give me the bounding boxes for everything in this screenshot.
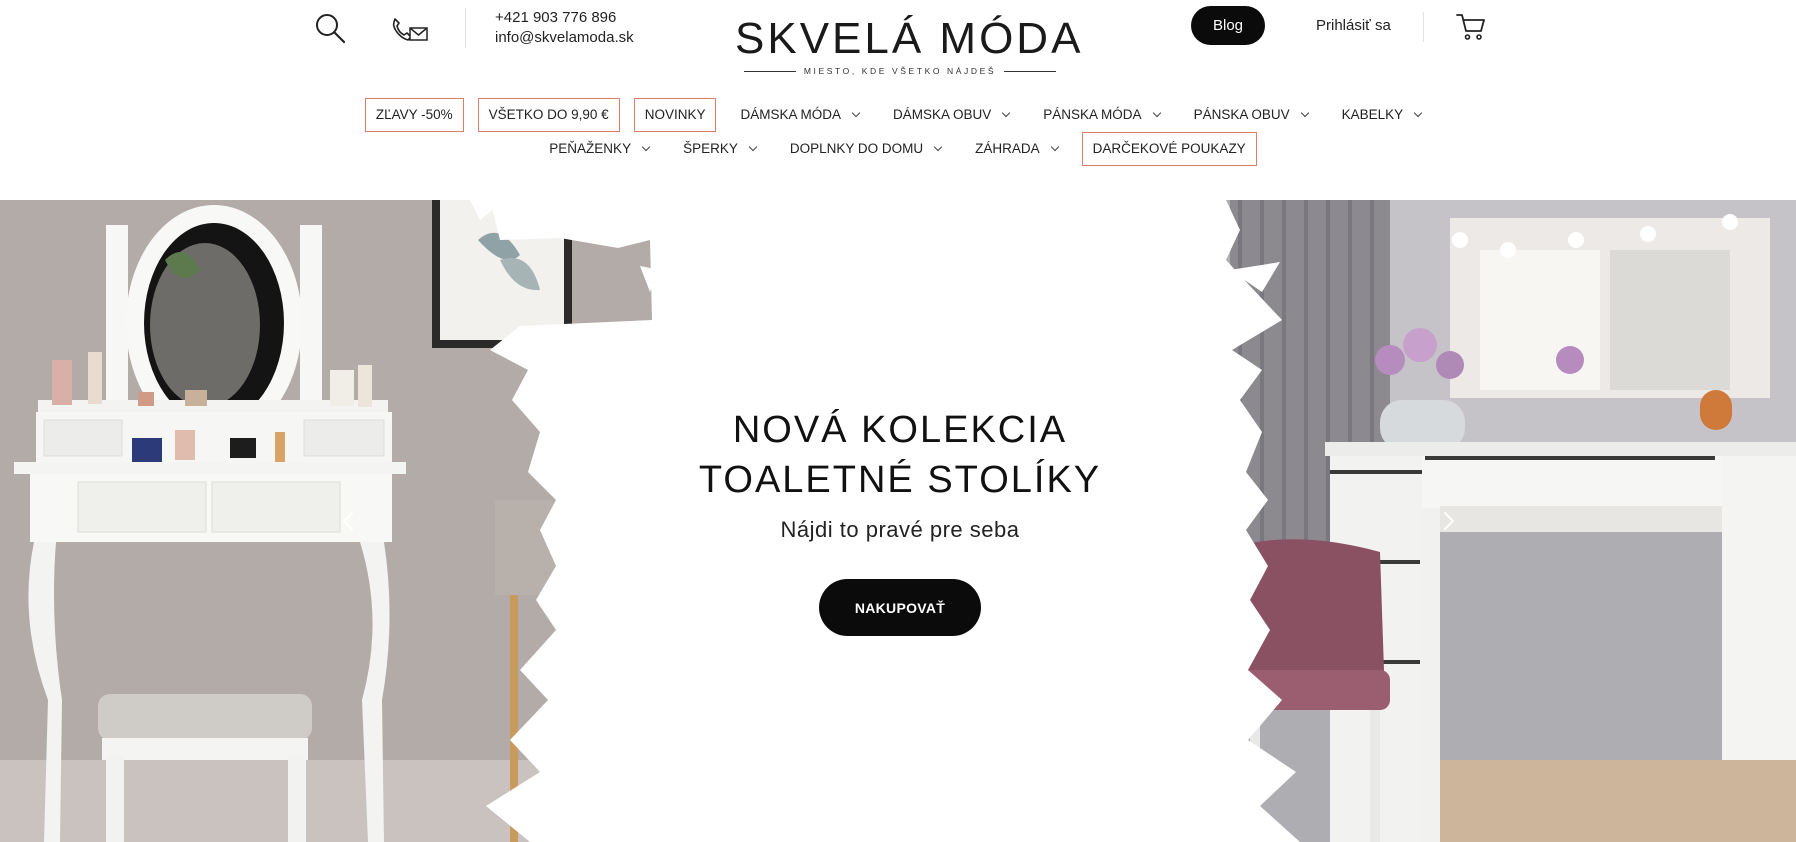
nav-item-kabelky[interactable]: KABELKY	[1332, 98, 1432, 132]
hero-title-line-2: TOALETNÉ STOLÍKY	[698, 459, 1102, 501]
nav-item-damska-moda[interactable]: DÁMSKA MÓDA	[730, 98, 869, 132]
header-divider	[465, 8, 466, 48]
nav-item-novinky[interactable]: NOVINKY	[633, 97, 717, 132]
contact-icon[interactable]	[386, 12, 430, 46]
nav-item-label: PEŇAŽENKY	[549, 141, 632, 156]
chevron-down-icon	[641, 142, 651, 151]
chevron-down-icon	[851, 108, 861, 117]
nav-item-label: ZÁHRADA	[975, 141, 1040, 156]
contact-info: +421 903 776 896 info@skvelamoda.sk	[495, 8, 634, 48]
slider-next-arrow-icon[interactable]	[1437, 510, 1459, 532]
nav-item-label: DÁMSKA MÓDA	[740, 107, 841, 122]
nav-item-vsetko-do-9-90[interactable]: VŠETKO DO 9,90 €	[477, 97, 620, 132]
logo[interactable]: SKVELÁ MÓDA MIESTO, KDE VŠETKO NÁJDEŠ	[735, 14, 1084, 76]
nav-item-penazenky[interactable]: PEŇAŽENKY	[539, 132, 659, 166]
hero-caption: NOVÁ KOLEKCIA TOALETNÉ STOLÍKY Nájdi to …	[650, 405, 1150, 636]
logo-tagline-row: MIESTO, KDE VŠETKO NÁJDEŠ	[735, 66, 1065, 76]
chevron-down-icon	[1413, 108, 1423, 117]
search-icon[interactable]	[314, 12, 346, 44]
email-address[interactable]: info@skvelamoda.sk	[495, 28, 634, 48]
right-vanity-photo	[1225, 200, 1796, 842]
cart-icon[interactable]	[1455, 10, 1487, 42]
main-nav-row-2: PEŇAŽENKY ŠPERKY DOPLNKY DO DOMU ZÁHRADA…	[0, 131, 1796, 166]
nav-item-label: VŠETKO DO 9,90 €	[488, 107, 609, 122]
chevron-down-icon	[1300, 108, 1309, 117]
nav-item-doplnky-do-domu[interactable]: DOPLNKY DO DOMU	[780, 132, 951, 166]
nav-item-label: ŠPERKY	[683, 141, 738, 156]
nav-item-label: DÁMSKA OBUV	[893, 107, 992, 122]
nav-item-label: ZĽAVY -50%	[375, 107, 453, 122]
tagline-line-right	[1004, 70, 1057, 72]
nav-item-label: DOPLNKY DO DOMU	[789, 141, 924, 156]
blog-button[interactable]: Blog	[1191, 6, 1265, 45]
shop-now-button[interactable]: NAKUPOVAŤ	[819, 579, 981, 636]
chevron-down-icon	[1050, 142, 1059, 151]
nav-item-sperky[interactable]: ŠPERKY	[673, 132, 766, 166]
chevron-down-icon	[933, 142, 943, 151]
hero-subtitle: Nájdi to pravé pre seba	[780, 517, 1020, 542]
hero-title: NOVÁ KOLEKCIA TOALETNÉ STOLÍKY	[650, 405, 1150, 505]
nav-item-label: NOVINKY	[644, 107, 706, 122]
login-link[interactable]: Prihlásiť sa	[1316, 17, 1391, 34]
nav-item-label: DARČEKOVÉ POUKAZY	[1092, 141, 1246, 156]
nav-item-darcekove-poukazy[interactable]: DARČEKOVÉ POUKAZY	[1081, 131, 1257, 166]
chevron-down-icon	[748, 142, 758, 151]
nav-item-zlavy[interactable]: ZĽAVY -50%	[364, 97, 464, 132]
nav-item-label: PÁNSKA MÓDA	[1043, 107, 1142, 122]
site-header: +421 903 776 896 info@skvelamoda.sk SKVE…	[0, 0, 1796, 200]
nav-item-zahrada[interactable]: ZÁHRADA	[965, 132, 1068, 166]
nav-item-panska-obuv[interactable]: PÁNSKA OBUV	[1184, 98, 1318, 132]
header-divider-right	[1423, 12, 1424, 42]
main-nav-row-1: ZĽAVY -50% VŠETKO DO 9,90 € NOVINKY DÁMS…	[0, 97, 1796, 132]
slider-prev-arrow-icon[interactable]	[338, 510, 360, 532]
hero-slider: NOVÁ KOLEKCIA TOALETNÉ STOLÍKY Nájdi to …	[0, 200, 1796, 842]
logo-title: SKVELÁ MÓDA	[735, 14, 1084, 63]
nav-item-label: KABELKY	[1341, 107, 1404, 122]
chevron-down-icon	[1002, 108, 1011, 117]
phone-number[interactable]: +421 903 776 896	[495, 8, 634, 28]
nav-item-panska-moda[interactable]: PÁNSKA MÓDA	[1033, 98, 1169, 132]
logo-tagline: MIESTO, KDE VŠETKO NÁJDEŠ	[803, 66, 997, 76]
chevron-down-icon	[1152, 108, 1161, 117]
hero-title-line-1: NOVÁ KOLEKCIA	[732, 409, 1068, 451]
nav-item-damska-obuv[interactable]: DÁMSKA OBUV	[883, 98, 1019, 132]
nav-item-label: PÁNSKA OBUV	[1193, 107, 1290, 122]
tagline-line-left	[743, 70, 796, 72]
